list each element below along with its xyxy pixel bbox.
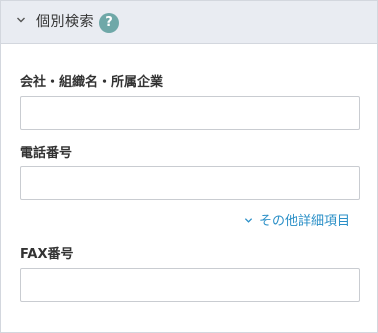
panel-header[interactable]: 個別検索 ?: [1, 1, 377, 44]
company-label: 会社・組織名・所属企業: [20, 75, 164, 90]
panel-title: 個別検索: [36, 14, 94, 30]
phone-input[interactable]: [20, 166, 360, 200]
fax-label: FAX番号: [20, 247, 74, 262]
chevron-down-icon[interactable]: [16, 15, 26, 25]
phone-label: 電話番号: [20, 146, 73, 161]
more-details-link[interactable]: その他詳細項目: [244, 213, 350, 231]
company-input[interactable]: [20, 96, 360, 130]
more-details-label: その他詳細項目: [258, 214, 350, 229]
chevron-down-small-icon: [244, 218, 253, 223]
fax-input[interactable]: [20, 268, 360, 302]
question-circle-icon[interactable]: ?: [99, 13, 119, 33]
search-panel: 個別検索 ? 会社・組織名・所属企業 電話番号 その他詳細項目 FAX番号: [0, 0, 378, 333]
